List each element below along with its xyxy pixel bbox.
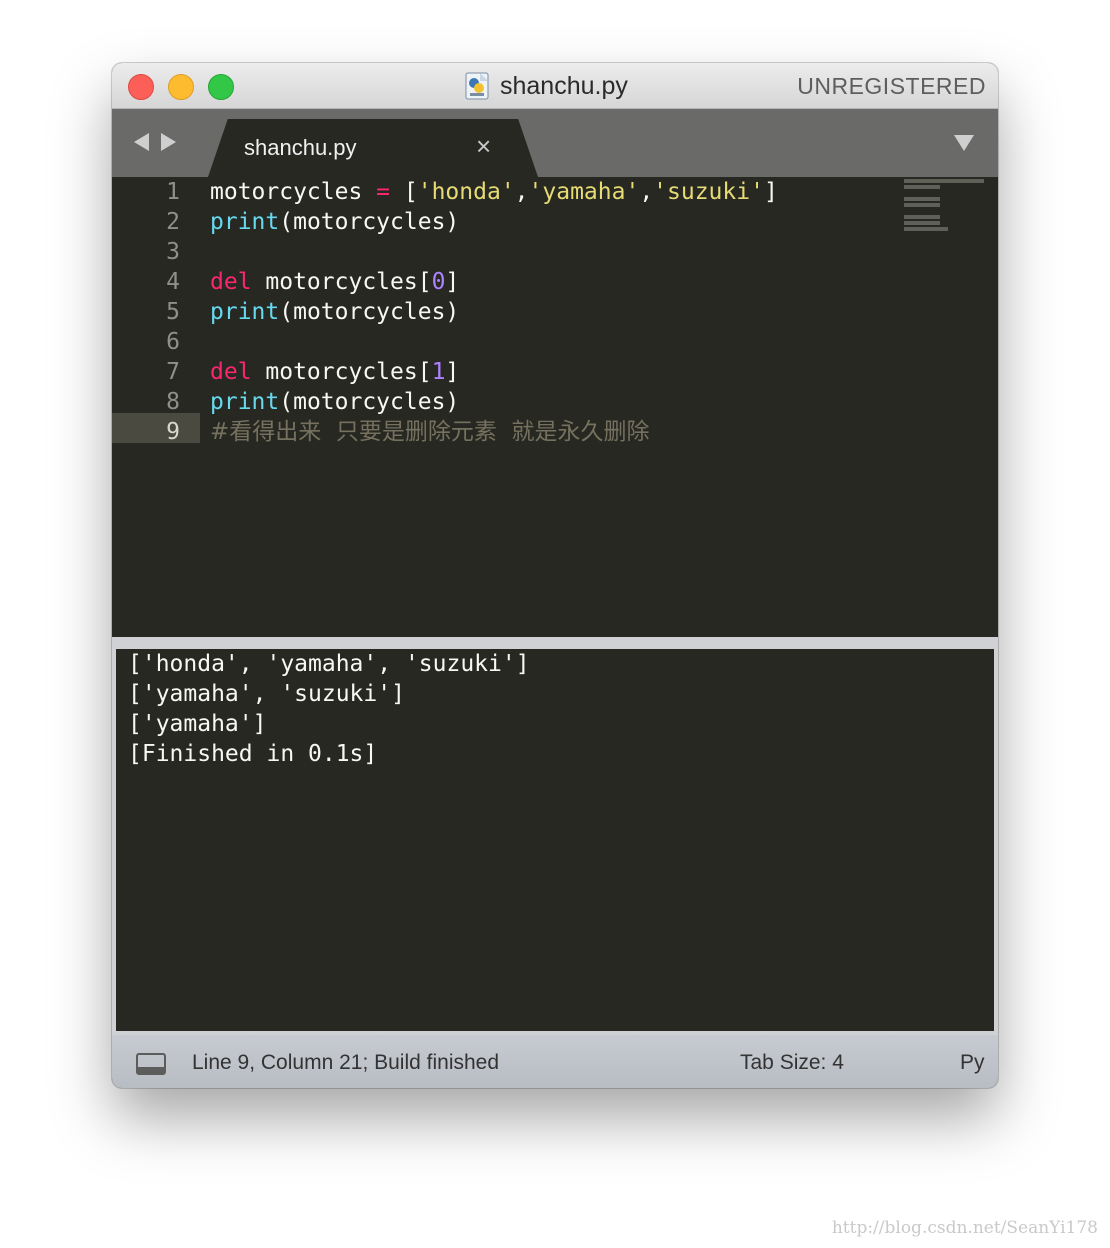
code-token: ] bbox=[445, 269, 460, 295]
code-token: 'suzuki' bbox=[653, 179, 764, 205]
title-bar: shanchu.py UNREGISTERED bbox=[112, 63, 998, 109]
code-line: motorcycles = ['honda','yamaha','suzuki'… bbox=[210, 177, 778, 207]
build-output-panel[interactable]: ['honda', 'yamaha', 'suzuki'] ['yamaha', … bbox=[116, 649, 994, 1031]
python-file-icon bbox=[465, 72, 489, 100]
line-number: 9 bbox=[166, 419, 180, 445]
tab-label: shanchu.py bbox=[244, 135, 357, 160]
code-token: (motorcycles) bbox=[279, 299, 460, 325]
code-line: del motorcycles[0] bbox=[210, 267, 778, 297]
output-frame-right bbox=[994, 649, 998, 1033]
code-line: #看得出来 只要是删除元素 就是永久删除 bbox=[210, 417, 778, 447]
tab-size-selector[interactable]: Tab Size: 4 bbox=[740, 1051, 844, 1075]
code-editor[interactable]: 1 2 3 4 5 6 7 8 9 motorcycles = ['honda','yamaha… bbox=[112, 177, 998, 637]
output-line: ['yamaha'] bbox=[128, 711, 267, 737]
code-token: del bbox=[210, 269, 252, 295]
tab-bar: shanchu.py × bbox=[112, 109, 998, 177]
code-token: motorcycles[ bbox=[251, 269, 432, 295]
code-token: ] bbox=[763, 179, 778, 205]
line-number: 1 bbox=[166, 179, 180, 205]
code-token: print bbox=[210, 299, 280, 325]
code-token: print bbox=[210, 209, 280, 235]
cursor-position-status: Line 9, Column 21; Build finished bbox=[192, 1051, 500, 1074]
tab-dropdown-icon[interactable] bbox=[954, 135, 974, 151]
code-token: 'yamaha' bbox=[528, 179, 640, 205]
window-title: shanchu.py bbox=[500, 71, 628, 100]
code-token: (motorcycles) bbox=[279, 209, 460, 235]
unregistered-label: UNREGISTERED bbox=[797, 73, 986, 99]
tab-shanchu-py[interactable]: shanchu.py × bbox=[208, 119, 538, 177]
code-line: print(motorcycles) bbox=[210, 387, 778, 417]
minimap-line bbox=[904, 197, 940, 201]
panel-divider[interactable] bbox=[112, 637, 998, 649]
code-token: motorcycles[ bbox=[251, 359, 432, 385]
editor-window: shanchu.py UNREGISTERED shanchu.py × 1 2 3… bbox=[112, 63, 998, 1088]
minimap-line bbox=[904, 221, 940, 225]
code-token: 'honda' bbox=[417, 179, 515, 205]
minimap-line bbox=[904, 185, 940, 189]
watermark: http://blog.csdn.net/SeanYi178 bbox=[831, 1218, 1098, 1238]
output-line: ['yamaha', 'suzuki'] bbox=[128, 681, 405, 707]
status-bar: Line 9, Column 21; Build finished Tab Si… bbox=[112, 1035, 998, 1088]
line-number: 5 bbox=[166, 299, 180, 325]
line-number: 4 bbox=[166, 269, 180, 295]
code-token: , bbox=[514, 179, 529, 205]
output-line: ['honda', 'yamaha', 'suzuki'] bbox=[128, 651, 530, 677]
line-number: 6 bbox=[166, 329, 180, 355]
code-line: del motorcycles[1] bbox=[210, 357, 778, 387]
code-token: del bbox=[210, 359, 252, 385]
close-window-button[interactable] bbox=[128, 74, 154, 100]
minimap-line bbox=[904, 215, 940, 219]
tab-close-icon[interactable]: × bbox=[476, 133, 491, 159]
code-token: [ bbox=[390, 179, 418, 205]
line-number: 3 bbox=[166, 239, 180, 265]
code-line: print(motorcycles) bbox=[210, 207, 778, 237]
code-area[interactable]: motorcycles = ['honda','yamaha','suzuki'… bbox=[210, 177, 778, 447]
line-number: 2 bbox=[166, 209, 180, 235]
panel-toggle-icon[interactable] bbox=[136, 1053, 166, 1075]
code-line: print(motorcycles) bbox=[210, 297, 778, 327]
code-token: print bbox=[210, 389, 280, 415]
tab-navigation bbox=[134, 133, 176, 151]
output-line: [Finished in 0.1s] bbox=[128, 741, 378, 767]
code-token: (motorcycles) bbox=[279, 389, 460, 415]
minimap-line bbox=[904, 227, 948, 231]
code-token: #看得出来 只要是删除元素 就是永久删除 bbox=[210, 419, 650, 445]
window-title-group: shanchu.py bbox=[462, 69, 628, 103]
minimap-line bbox=[904, 179, 984, 183]
line-number: 8 bbox=[166, 389, 180, 415]
code-token: ] bbox=[445, 359, 460, 385]
build-output-text: ['honda', 'yamaha', 'suzuki'] ['yamaha', … bbox=[128, 649, 530, 769]
minimap[interactable] bbox=[904, 179, 984, 233]
forward-arrow-icon[interactable] bbox=[161, 133, 176, 151]
back-arrow-icon[interactable] bbox=[134, 133, 149, 151]
code-token: 1 bbox=[431, 359, 446, 385]
code-token: 0 bbox=[431, 269, 446, 295]
minimize-window-button[interactable] bbox=[168, 74, 194, 100]
code-token: = bbox=[376, 179, 391, 205]
code-token: motorcycles bbox=[210, 179, 377, 205]
minimap-line bbox=[904, 203, 940, 207]
line-number: 7 bbox=[166, 359, 180, 385]
line-number-gutter: 1 2 3 4 5 6 7 8 9 bbox=[112, 177, 180, 447]
syntax-selector[interactable]: Py bbox=[960, 1051, 985, 1075]
zoom-window-button[interactable] bbox=[208, 74, 234, 100]
code-token: , bbox=[639, 179, 654, 205]
